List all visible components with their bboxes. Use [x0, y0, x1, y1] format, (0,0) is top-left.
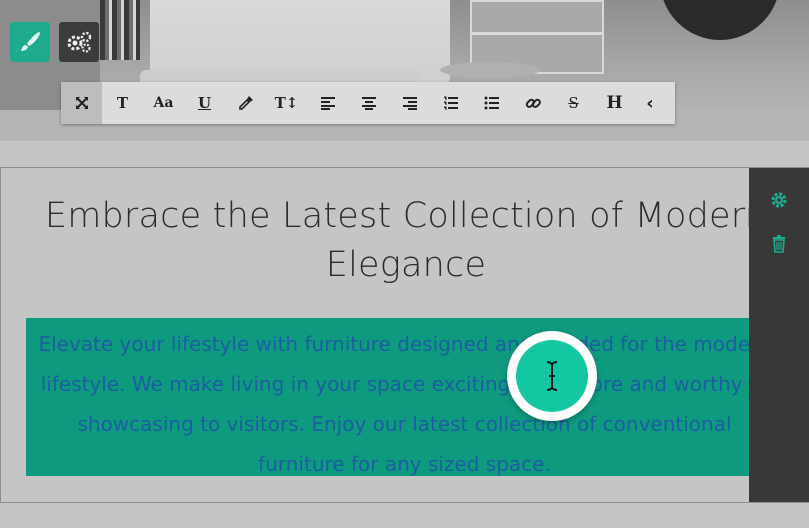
text-style-icon: T — [116, 94, 129, 112]
heading-icon: H — [606, 93, 623, 113]
underline-button[interactable]: U — [184, 82, 225, 124]
text-style-button[interactable]: T — [102, 82, 143, 124]
color-picker-button[interactable] — [225, 82, 266, 124]
underline-icon: U — [197, 94, 212, 112]
align-center-icon — [361, 97, 376, 110]
font-button[interactable]: Aa — [143, 82, 184, 124]
align-right-icon — [402, 97, 417, 110]
fullscreen-button[interactable] — [61, 82, 102, 124]
align-left-button[interactable] — [307, 82, 348, 124]
text-cursor-icon — [546, 361, 558, 391]
gear-icon — [771, 192, 787, 208]
font-icon: Aa — [153, 95, 174, 111]
section-settings-button[interactable] — [769, 190, 789, 210]
align-center-button[interactable] — [348, 82, 389, 124]
settings-button[interactable] — [59, 22, 99, 62]
gears-icon — [67, 31, 92, 53]
link-button[interactable] — [512, 82, 553, 124]
text-cursor-indicator — [507, 331, 597, 421]
selected-paragraph[interactable]: Elevate your lifestyle with furniture de… — [26, 318, 783, 476]
cursor-inner — [516, 340, 588, 412]
delete-section-button[interactable] — [769, 234, 789, 254]
align-right-button[interactable] — [389, 82, 430, 124]
collapse-icon: ‹ — [646, 92, 654, 114]
content-section: Embrace the Latest Collection of Modern … — [0, 167, 809, 503]
section-title[interactable]: Embrace the Latest Collection of Modern … — [21, 192, 791, 290]
ordered-list-icon — [443, 96, 458, 110]
text-size-button[interactable]: T↕ — [266, 82, 307, 124]
formatting-toolbar: T Aa U T↕ S H ‹ — [61, 82, 675, 124]
heading-button[interactable]: H — [594, 82, 635, 124]
trash-icon — [773, 235, 785, 253]
paragraph-text[interactable]: Elevate your lifestyle with furniture de… — [36, 324, 773, 484]
collapse-toolbar-button[interactable]: ‹ — [635, 82, 665, 124]
align-left-icon — [320, 97, 335, 110]
strikethrough-button[interactable]: S — [553, 82, 594, 124]
design-brush-button[interactable] — [10, 22, 50, 62]
unordered-list-icon — [484, 96, 499, 110]
strikethrough-icon: S — [568, 94, 579, 112]
brush-icon — [21, 32, 40, 51]
link-icon — [525, 98, 541, 108]
unordered-list-button[interactable] — [471, 82, 512, 124]
color-picker-icon — [238, 96, 253, 110]
fullscreen-icon — [75, 97, 88, 109]
ordered-list-button[interactable] — [430, 82, 471, 124]
section-side-panel — [749, 168, 809, 502]
text-size-icon: T↕ — [274, 94, 299, 112]
